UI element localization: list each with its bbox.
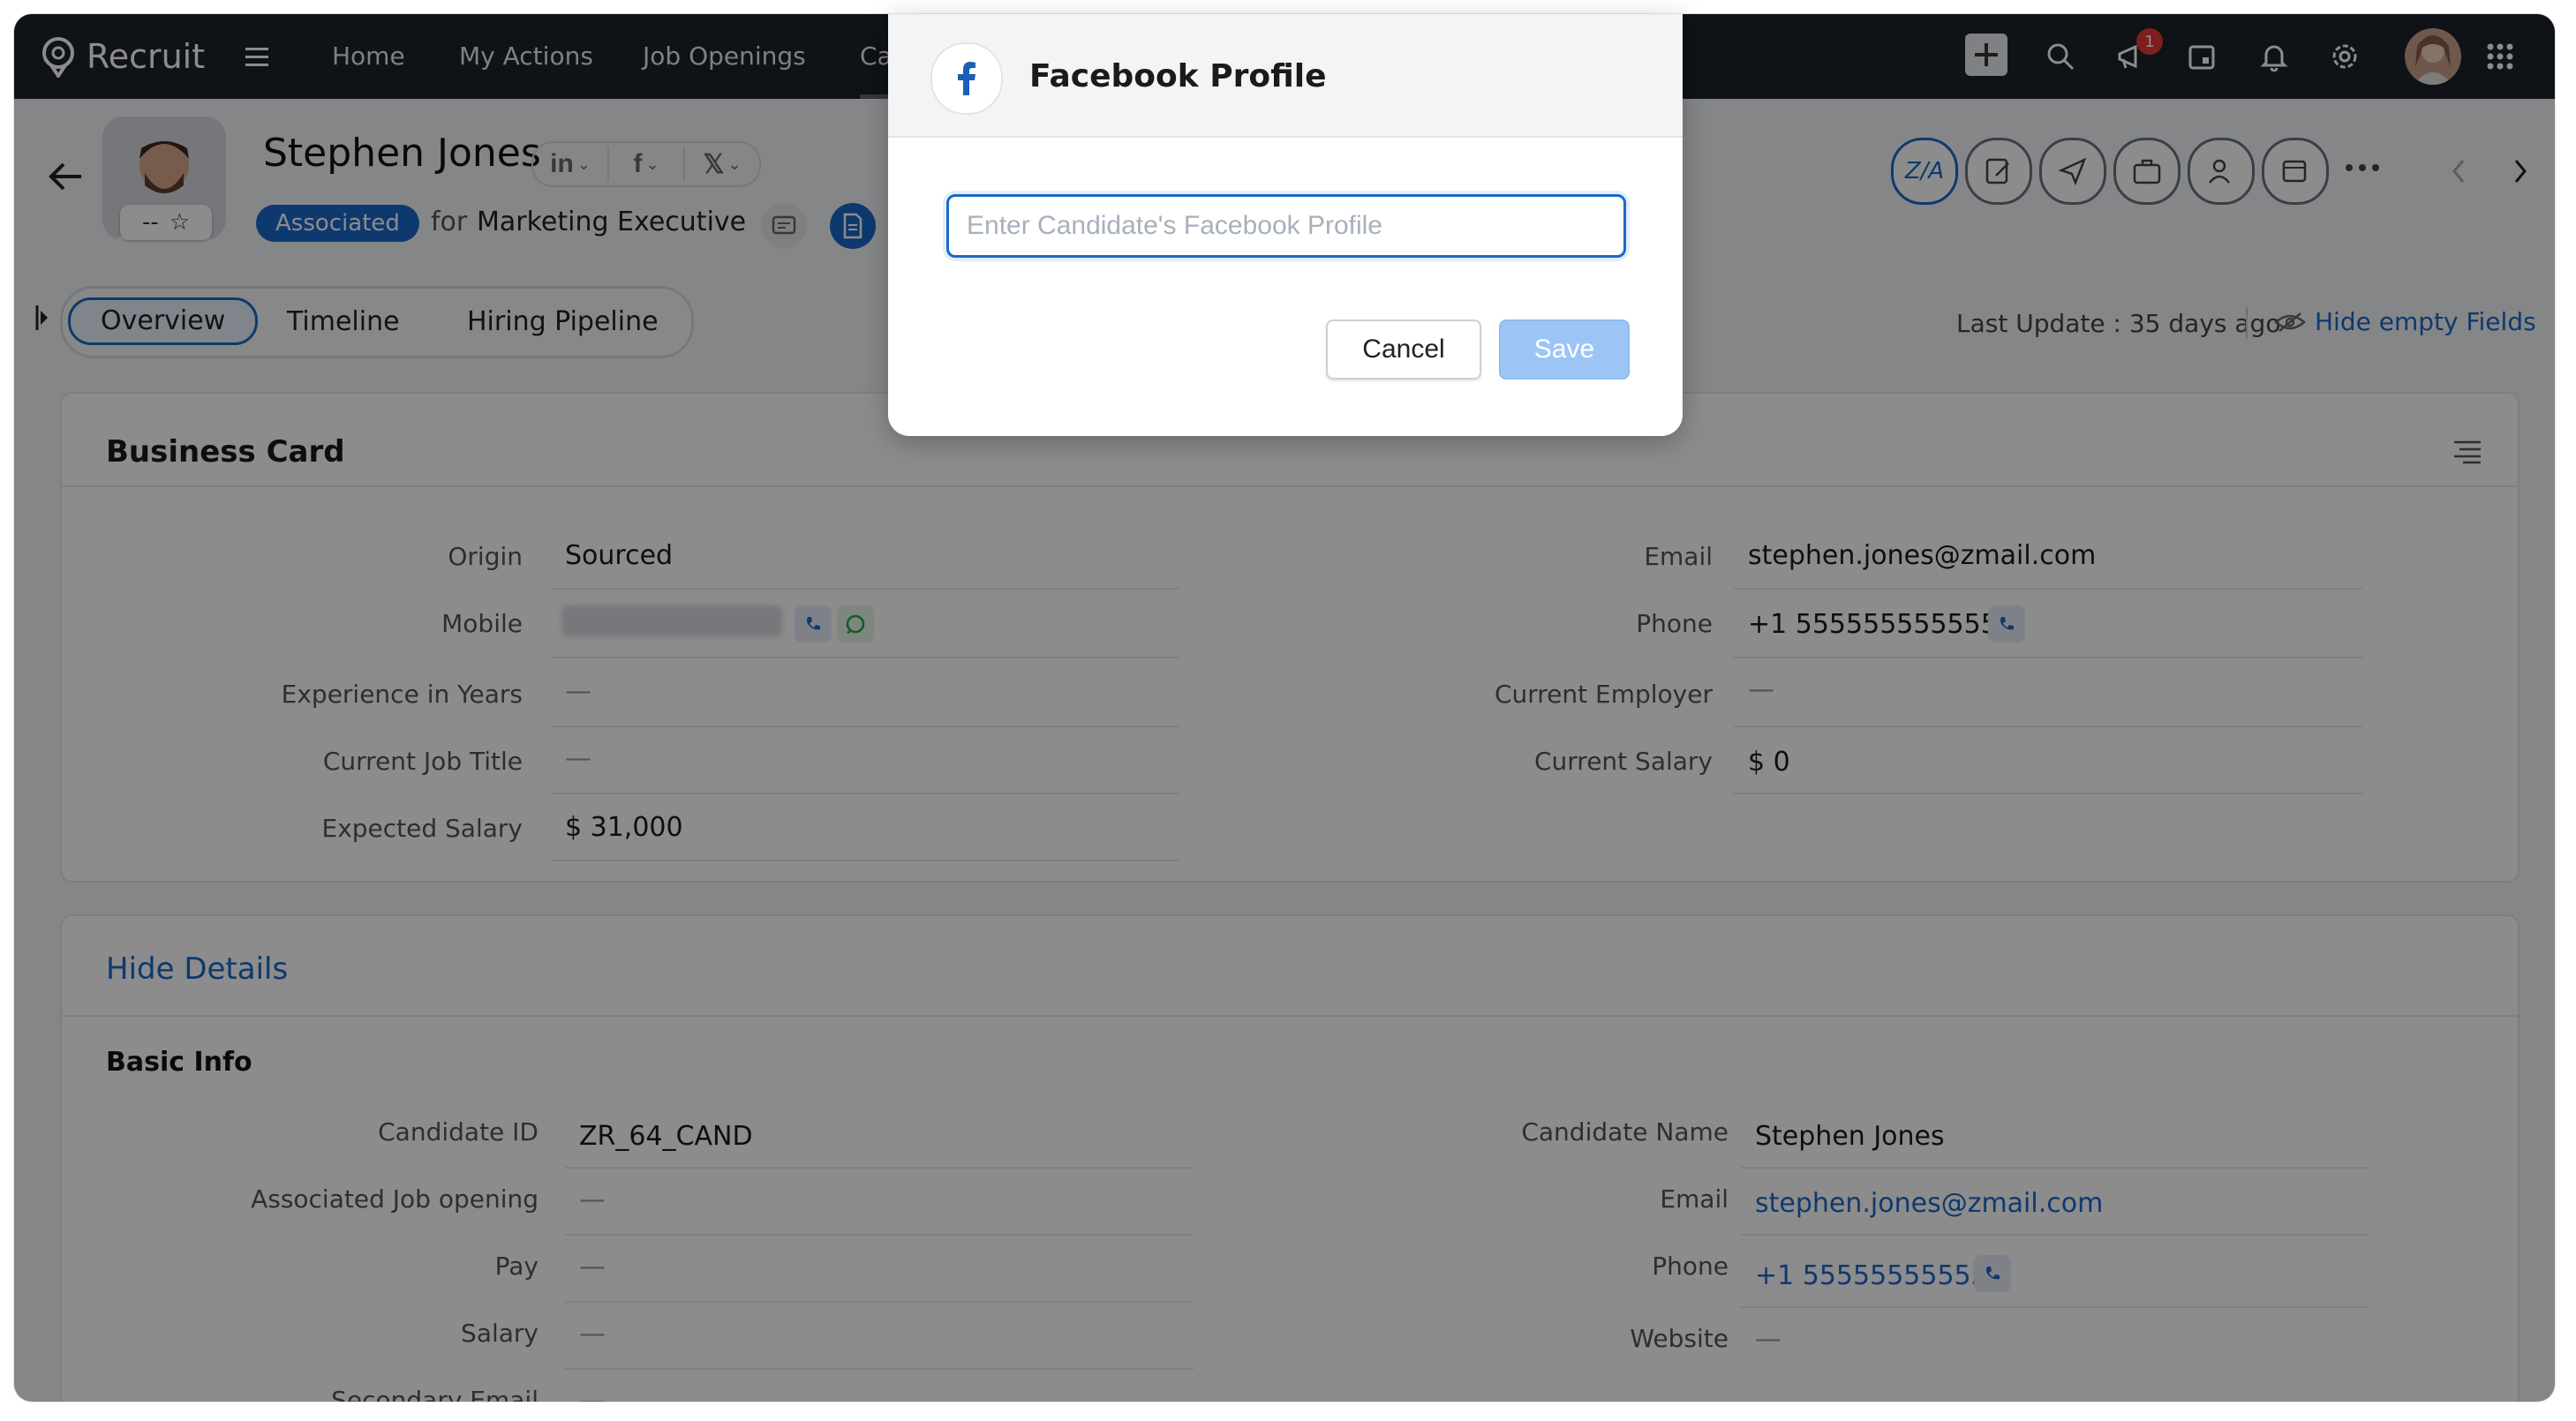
cancel-button[interactable]: Cancel <box>1326 320 1481 380</box>
save-button[interactable]: Save <box>1499 320 1630 380</box>
facebook-profile-dialog: Facebook Profile Cancel Save <box>888 14 1683 436</box>
facebook-profile-input[interactable] <box>946 194 1626 258</box>
dialog-header: Facebook Profile <box>888 14 1683 138</box>
facebook-icon <box>930 42 1003 115</box>
dialog-title: Facebook Profile <box>1029 58 1327 94</box>
